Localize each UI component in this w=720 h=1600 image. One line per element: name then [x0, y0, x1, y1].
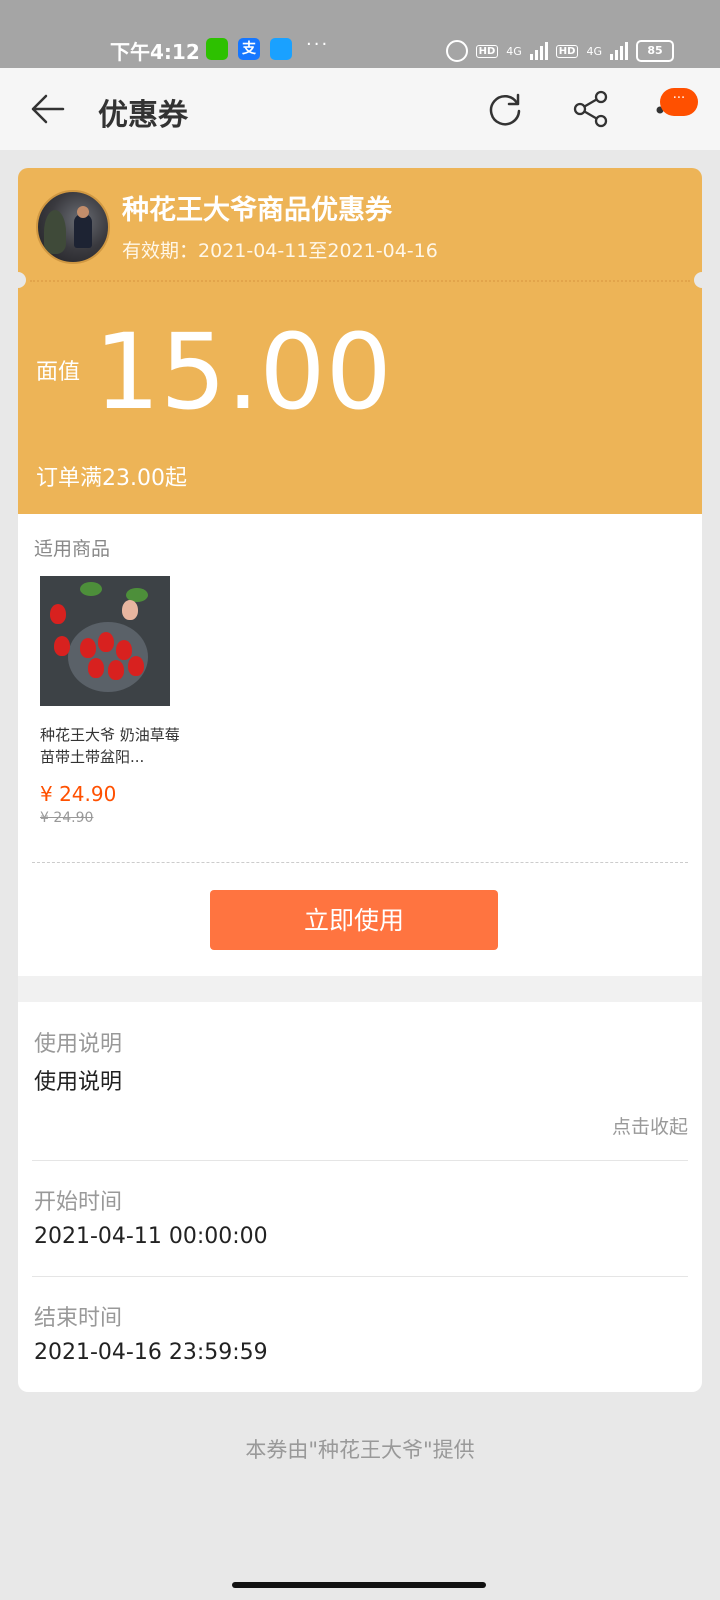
home-indicator[interactable] [232, 1582, 486, 1588]
refresh-icon[interactable] [486, 90, 524, 128]
status-right-group: HD 4G HD 4G 85 [445, 40, 674, 62]
network-label-1: 4G [506, 44, 522, 58]
leaf-shape [80, 582, 102, 596]
signal-icon-1 [529, 42, 548, 60]
product-name[interactable]: 种花王大爷 奶油草莓苗带土带盆阳... [40, 724, 180, 768]
start-time-label: 开始时间 [34, 1190, 123, 1215]
coupon-header: 种花王大爷商品优惠券 有效期：2021-04-11至2021-04-16 面值 … [10, 168, 710, 514]
share-icon[interactable] [572, 90, 610, 128]
berry-shape [80, 638, 96, 658]
left-notch [10, 272, 26, 288]
network-label-2: 4G [586, 44, 602, 58]
berry-shape [54, 636, 70, 656]
battery-icon: 85 [636, 40, 674, 62]
section-gap [18, 976, 702, 1002]
order-threshold: 订单满23.00起 [36, 466, 187, 491]
end-time-value: 2021-04-16 23:59:59 [34, 1340, 268, 1365]
applicable-products-label: 适用商品 [34, 538, 111, 560]
usage-value: 使用说明 [34, 1070, 123, 1095]
qq-icon [270, 38, 292, 60]
berry-shape [122, 600, 138, 620]
provider-note: 本券由"种花王大爷"提供 [245, 1438, 475, 1462]
product-price: ¥ 24.90 [40, 782, 117, 806]
end-time-label: 结束时间 [34, 1306, 123, 1331]
back-arrow-icon[interactable] [30, 92, 66, 126]
alipay-icon: 支 [238, 38, 260, 60]
berry-shape [50, 604, 66, 624]
right-notch [694, 272, 710, 288]
dashed-divider [32, 862, 688, 863]
berry-shape [88, 658, 104, 678]
use-now-button[interactable]: 立即使用 [210, 890, 498, 950]
status-bar: 下午4:12 支 ··· HD 4G HD 4G 85 [0, 0, 720, 68]
face-value-amount: 15.00 [94, 311, 392, 433]
usage-label: 使用说明 [34, 1032, 123, 1057]
applicable-products-section: 适用商品 种花王大爷 奶油草莓苗带土带盆阳... ¥ 24.90 ¥ 24.90 [18, 514, 702, 976]
collapse-link[interactable]: 点击收起 [612, 1112, 688, 1139]
shop-avatar [36, 190, 110, 264]
message-badge: ··· [660, 88, 698, 116]
coupon-validity: 有效期：2021-04-11至2021-04-16 [122, 240, 438, 262]
coupon-card: 种花王大爷商品优惠券 有效期：2021-04-11至2021-04-16 面值 … [10, 168, 710, 1392]
alarm-icon [445, 40, 468, 62]
info-divider [32, 1160, 688, 1161]
hd-badge-1: HD [475, 44, 499, 58]
avatar-plant-shape [44, 210, 66, 254]
hd-badge-2: HD [555, 44, 579, 58]
product-image[interactable] [40, 576, 170, 706]
title-bar: 优惠券 ··· [0, 68, 720, 150]
berry-shape [98, 632, 114, 652]
product-item[interactable]: 种花王大爷 奶油草莓苗带土带盆阳... ¥ 24.90 ¥ 24.90 [40, 576, 180, 826]
coupon-title: 种花王大爷商品优惠券 [122, 195, 392, 226]
product-original-price: ¥ 24.90 [40, 810, 94, 826]
status-time: 下午4:12 [110, 40, 200, 64]
coupon-info-section: 使用说明 使用说明 点击收起 开始时间 2021-04-11 00:00:00 … [18, 1002, 702, 1392]
page-title: 优惠券 [98, 98, 188, 133]
start-time-value: 2021-04-11 00:00:00 [34, 1224, 268, 1249]
berry-shape [128, 656, 144, 676]
berry-shape [116, 640, 132, 660]
more-menu-button[interactable]: ··· [656, 88, 700, 132]
more-notifications-icon: ··· [306, 34, 330, 55]
signal-icon-2 [610, 42, 628, 60]
wechat-icon [206, 38, 228, 60]
info-divider [32, 1276, 688, 1277]
avatar-head-shape [77, 206, 89, 218]
avatar-person-shape [74, 214, 92, 248]
berry-shape [108, 660, 124, 680]
perforation-line [30, 280, 690, 282]
face-value-label: 面值 [36, 360, 81, 385]
